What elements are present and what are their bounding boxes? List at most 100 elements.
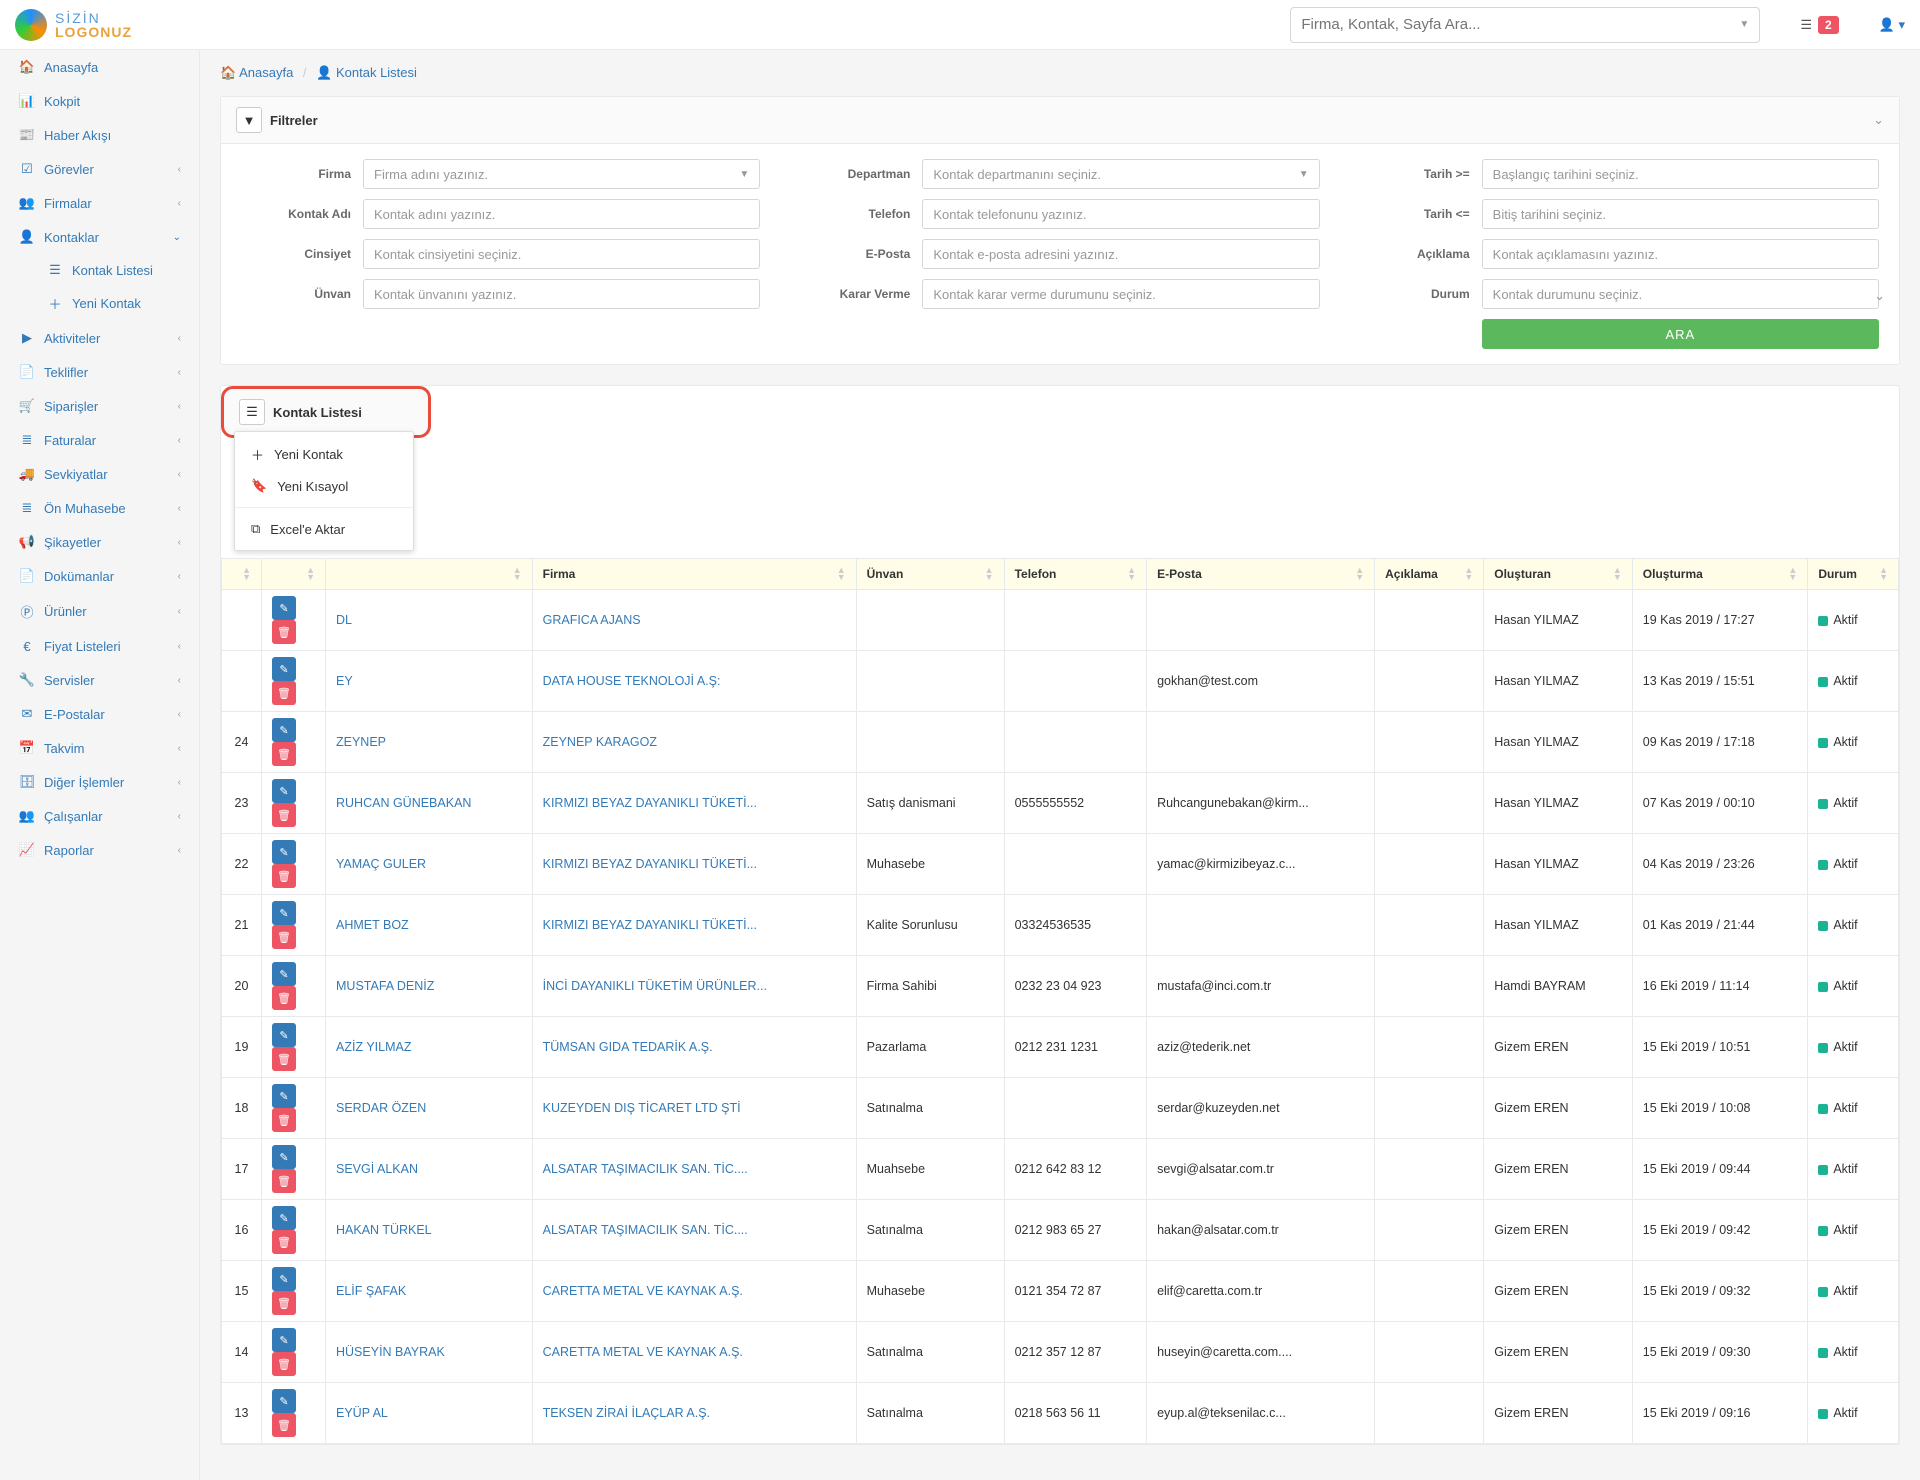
sidebar-item-ürünler[interactable]: ⓅÜrünler‹ (0, 593, 199, 630)
sidebar-item-takvim[interactable]: 📅Takvim‹ (0, 731, 199, 765)
sidebar-item-çalışanlar[interactable]: 👥Çalışanlar‹ (0, 799, 199, 833)
chevron-down-icon[interactable]: ⌄ (1874, 288, 1885, 303)
sidebar-item-ön-muhasebe[interactable]: ≣Ön Muhasebe‹ (0, 491, 199, 525)
company-link[interactable]: KIRMIZI BEYAZ DAYANIKLI TÜKETİ... (543, 796, 757, 810)
filter-açıklama[interactable]: Kontak açıklamasını yazınız. (1482, 239, 1879, 269)
col-idx0[interactable]: ▲▼ (222, 559, 262, 590)
search-input[interactable] (1301, 16, 1739, 33)
col-E-Posta[interactable]: E-Posta▲▼ (1147, 559, 1375, 590)
contact-name-link[interactable]: YAMAÇ GULER (336, 857, 426, 871)
edit-button[interactable]: ✎ (272, 779, 296, 803)
contact-name-link[interactable]: AHMET BOZ (336, 918, 409, 932)
delete-button[interactable]: 🗑 (272, 681, 296, 705)
sidebar-item-diğer-i̇şlemler[interactable]: 🗄Diğer İşlemler‹ (0, 765, 199, 799)
global-search[interactable]: ▼ (1290, 7, 1760, 43)
col-Durum[interactable]: Durum▲▼ (1808, 559, 1899, 590)
filter-firma[interactable]: Firma adını yazınız.▼ (363, 159, 760, 189)
delete-button[interactable]: 🗑 (272, 986, 296, 1010)
sidebar-item-faturalar[interactable]: ≣Faturalar‹ (0, 423, 199, 457)
company-link[interactable]: CARETTA METAL VE KAYNAK A.Ş. (543, 1284, 743, 1298)
contact-name-link[interactable]: SEVGİ ALKAN (336, 1162, 418, 1176)
sidebar-item-aktiviteler[interactable]: ▶Aktiviteler‹ (0, 321, 199, 355)
contact-name-link[interactable]: SERDAR ÖZEN (336, 1101, 426, 1115)
edit-button[interactable]: ✎ (272, 1145, 296, 1169)
chevron-down-icon[interactable]: ⌄ (1873, 112, 1884, 128)
company-link[interactable]: ZEYNEP KARAGOZ (543, 735, 657, 749)
list-menu-button[interactable]: ☰ (239, 399, 265, 425)
company-link[interactable]: KUZEYDEN DIŞ TİCARET LTD ŞTİ (543, 1101, 741, 1115)
company-link[interactable]: GRAFICA AJANS (543, 613, 641, 627)
col-Ünvan[interactable]: Ünvan▲▼ (856, 559, 1004, 590)
user-menu[interactable]: 👤 ▾ (1879, 17, 1905, 33)
edit-button[interactable]: ✎ (272, 1023, 296, 1047)
delete-button[interactable]: 🗑 (272, 1230, 296, 1254)
contact-name-link[interactable]: HÜSEYİN BAYRAK (336, 1345, 445, 1359)
notifications[interactable]: ☰ 2 (1800, 16, 1838, 34)
col-Oluşturan[interactable]: Oluşturan▲▼ (1484, 559, 1633, 590)
delete-button[interactable]: 🗑 (272, 1291, 296, 1315)
edit-button[interactable]: ✎ (272, 901, 296, 925)
delete-button[interactable]: 🗑 (272, 1047, 296, 1071)
contact-name-link[interactable]: ZEYNEP (336, 735, 386, 749)
contact-name-link[interactable]: MUSTAFA DENİZ (336, 979, 434, 993)
company-link[interactable]: KIRMIZI BEYAZ DAYANIKLI TÜKETİ... (543, 857, 757, 871)
edit-button[interactable]: ✎ (272, 1206, 296, 1230)
company-link[interactable]: İNCİ DAYANIKLI TÜKETİM ÜRÜNLER... (543, 979, 767, 993)
filter-ünvan[interactable]: Kontak ünvanını yazınız. (363, 279, 760, 309)
sidebar-sub-yeni-kontak[interactable]: ＋Yeni Kontak (36, 286, 199, 321)
sidebar-item-dokümanlar[interactable]: 📄Dokümanlar‹ (0, 559, 199, 593)
edit-button[interactable]: ✎ (272, 657, 296, 681)
sidebar-item-teklifler[interactable]: 📄Teklifler‹ (0, 355, 199, 389)
sidebar-item-fiyat-listeleri[interactable]: €Fiyat Listeleri‹ (0, 630, 199, 663)
logo[interactable]: SİZİN LOGONUZ (15, 9, 200, 41)
sidebar-item-kontaklar[interactable]: 👤Kontaklar⌄ (0, 220, 199, 254)
edit-button[interactable]: ✎ (272, 718, 296, 742)
edit-button[interactable]: ✎ (272, 1389, 296, 1413)
company-link[interactable]: ALSATAR TAŞIMACILIK SAN. TİC.... (543, 1223, 748, 1237)
delete-button[interactable]: 🗑 (272, 864, 296, 888)
search-button[interactable]: ARA (1482, 319, 1879, 349)
menu-yeni-kontak[interactable]: ＋Yeni Kontak (235, 438, 413, 471)
edit-button[interactable]: ✎ (272, 962, 296, 986)
company-link[interactable]: KIRMIZI BEYAZ DAYANIKLI TÜKETİ... (543, 918, 757, 932)
edit-button[interactable]: ✎ (272, 840, 296, 864)
company-link[interactable]: TÜMSAN GIDA TEDARİK A.Ş. (543, 1040, 713, 1054)
filter-departman[interactable]: Kontak departmanını seçiniz.▼ (922, 159, 1319, 189)
company-link[interactable]: ALSATAR TAŞIMACILIK SAN. TİC.... (543, 1162, 748, 1176)
contact-name-link[interactable]: RUHCAN GÜNEBAKAN (336, 796, 471, 810)
delete-button[interactable]: 🗑 (272, 925, 296, 949)
delete-button[interactable]: 🗑 (272, 1108, 296, 1132)
contact-name-link[interactable]: DL (336, 613, 352, 627)
col-idx2[interactable]: ▲▼ (326, 559, 533, 590)
sidebar-item-e-postalar[interactable]: ✉E-Postalar‹ (0, 697, 199, 731)
delete-button[interactable]: 🗑 (272, 1352, 296, 1376)
contact-name-link[interactable]: HAKAN TÜRKEL (336, 1223, 432, 1237)
contact-name-link[interactable]: AZİZ YILMAZ (336, 1040, 411, 1054)
filter-tarih <=[interactable]: Bitiş tarihini seçiniz. (1482, 199, 1879, 229)
delete-button[interactable]: 🗑 (272, 742, 296, 766)
edit-button[interactable]: ✎ (272, 1084, 296, 1108)
sidebar-item-anasayfa[interactable]: 🏠Anasayfa (0, 50, 199, 84)
col-Firma[interactable]: Firma▲▼ (532, 559, 856, 590)
menu-yeni-k-sayol[interactable]: 🔖Yeni Kısayol (235, 471, 413, 501)
company-link[interactable]: CARETTA METAL VE KAYNAK A.Ş. (543, 1345, 743, 1359)
company-link[interactable]: TEKSEN ZİRAİ İLAÇLAR A.Ş. (543, 1406, 710, 1420)
menu-excel-e-aktar[interactable]: ⧉Excel'e Aktar (235, 514, 413, 544)
filter-durum[interactable]: Kontak durumunu seçiniz. (1482, 279, 1879, 309)
edit-button[interactable]: ✎ (272, 1328, 296, 1352)
filter-tarih >=[interactable]: Başlangıç tarihini seçiniz. (1482, 159, 1879, 189)
edit-button[interactable]: ✎ (272, 1267, 296, 1291)
sidebar-item-siparişler[interactable]: 🛒Siparişler‹ (0, 389, 199, 423)
delete-button[interactable]: 🗑 (272, 803, 296, 827)
sidebar-item-görevler[interactable]: ☑Görevler‹ (0, 152, 199, 186)
company-link[interactable]: DATA HOUSE TEKNOLOJİ A.Ş: (543, 674, 721, 688)
breadcrumb-current[interactable]: Kontak Listesi (336, 65, 417, 80)
sidebar-sub-kontak-listesi[interactable]: ☰Kontak Listesi (36, 254, 199, 286)
sidebar-item-servisler[interactable]: 🔧Servisler‹ (0, 663, 199, 697)
sidebar-item-sevkiyatlar[interactable]: 🚚Sevkiyatlar‹ (0, 457, 199, 491)
col-Oluşturma[interactable]: Oluşturma▲▼ (1632, 559, 1808, 590)
filter-telefon[interactable]: Kontak telefonunu yazınız. (922, 199, 1319, 229)
contact-name-link[interactable]: EY (336, 674, 353, 688)
sidebar-item-firmalar[interactable]: 👥Firmalar‹ (0, 186, 199, 220)
col-idx1[interactable]: ▲▼ (262, 559, 326, 590)
